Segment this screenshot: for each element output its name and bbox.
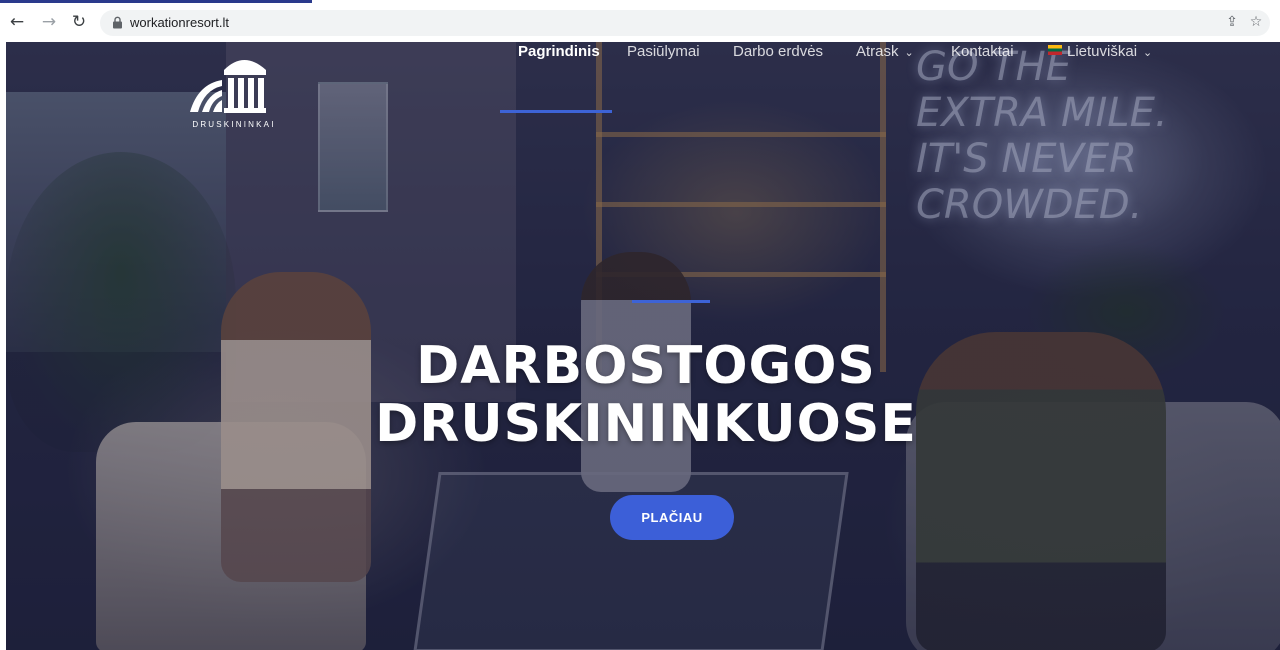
hero-section: GO THE EXTRA MILE. IT'S NEVER CROWDED. D…	[6, 42, 1280, 650]
nav-item-label: Kontaktai	[951, 43, 1014, 60]
nav-item-language[interactable]: Lietuviškai ⌄	[1048, 42, 1152, 72]
chevron-down-icon: ⌄	[1143, 46, 1153, 59]
nav-active-underline	[500, 110, 612, 113]
back-arrow-icon[interactable]: ←	[8, 13, 26, 31]
site-logo[interactable]: DRUSKININKAI	[184, 48, 284, 132]
forward-arrow-icon[interactable]: →	[40, 13, 58, 31]
share-icon[interactable]: ⇪	[1224, 14, 1240, 30]
chevron-down-icon: ⌄	[904, 46, 914, 59]
hero-title: DARBOSTOGOS DRUSKININKUOSE	[375, 336, 917, 454]
nav-item-label: Atrask	[856, 43, 899, 60]
address-bar[interactable]: workationresort.lt ⇪ ☆	[100, 10, 1270, 36]
nav-item-label: Pagrindinis	[518, 43, 600, 60]
browser-toolbar: ← → ↻ workationresort.lt ⇪ ☆	[0, 0, 1280, 42]
lock-icon	[113, 16, 122, 29]
hero-accent-rule	[632, 300, 710, 303]
placiau-button[interactable]: PLAČIAU	[610, 495, 734, 540]
colonnade-logo-icon	[190, 60, 266, 113]
url-text[interactable]: workationresort.lt	[130, 15, 229, 30]
reload-icon[interactable]: ↻	[70, 13, 88, 31]
nav-item-atrask[interactable]: Atrask ⌄	[856, 42, 914, 72]
logo-text: DRUSKININKAI	[192, 120, 276, 129]
bookmark-star-icon[interactable]: ☆	[1248, 14, 1264, 30]
nav-item-label: Pasiūlymai	[627, 43, 700, 60]
nav-item-pagrindinis[interactable]: Pagrindinis	[518, 42, 600, 72]
lithuania-flag-icon	[1048, 45, 1062, 55]
nav-item-label: Darbo erdvės	[733, 43, 824, 60]
nav-item-pasiulymai[interactable]: Pasiūlymai	[627, 42, 700, 72]
active-tab-indicator	[0, 0, 312, 3]
nav-item-darbo-erdves[interactable]: Darbo erdvės	[733, 42, 823, 72]
nav-item-kontaktai[interactable]: Kontaktai	[951, 42, 1014, 72]
nav-item-label: Lietuviškai	[1067, 43, 1138, 60]
